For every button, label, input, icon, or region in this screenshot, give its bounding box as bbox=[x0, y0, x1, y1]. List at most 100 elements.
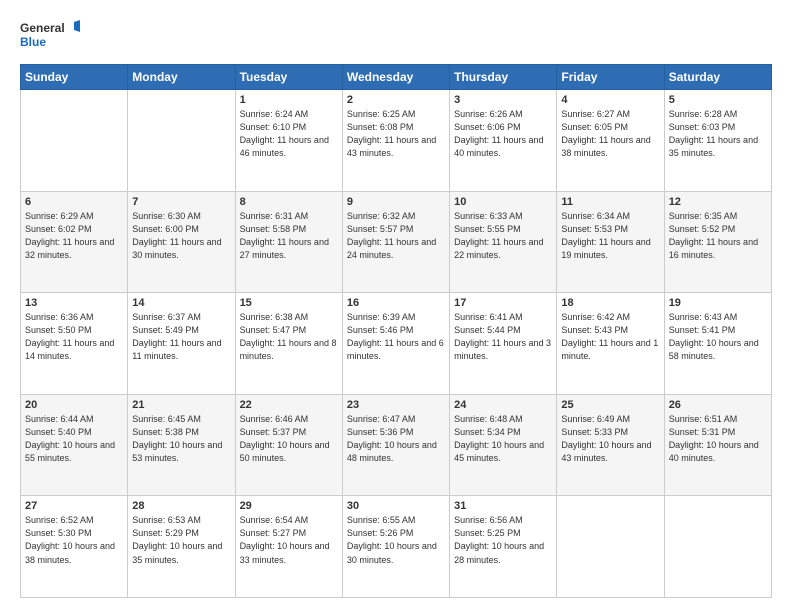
day-cell: 27Sunrise: 6:52 AMSunset: 5:30 PMDayligh… bbox=[21, 496, 128, 598]
day-number: 2 bbox=[347, 94, 445, 106]
day-info: Sunrise: 6:36 AMSunset: 5:50 PMDaylight:… bbox=[25, 311, 123, 363]
day-info: Sunrise: 6:41 AMSunset: 5:44 PMDaylight:… bbox=[454, 311, 552, 363]
day-info: Sunrise: 6:45 AMSunset: 5:38 PMDaylight:… bbox=[132, 413, 230, 465]
day-cell bbox=[557, 496, 664, 598]
weekday-tuesday: Tuesday bbox=[235, 65, 342, 90]
day-cell: 28 Sunrise: 6:53 AMSunset: 5:29 PMDayligh… bbox=[128, 496, 235, 598]
day-cell: 21 Sunrise: 6:45 AMSunset: 5:38 PMDayligh… bbox=[128, 394, 235, 496]
day-cell: 16Sunrise: 6:39 AMSunset: 5:46 PMDayligh… bbox=[342, 293, 449, 395]
week-row-1: 1 Sunrise: 6:24 AMSunset: 6:10 PMDaylight… bbox=[21, 90, 772, 192]
weekday-wednesday: Wednesday bbox=[342, 65, 449, 90]
day-cell bbox=[21, 90, 128, 192]
week-row-2: 6 Sunrise: 6:29 AMSunset: 6:02 PMDaylight… bbox=[21, 191, 772, 293]
day-info: Sunrise: 6:25 AMSunset: 6:08 PMDaylight:… bbox=[347, 108, 445, 160]
day-number: 12 bbox=[669, 196, 767, 208]
day-cell: 4Sunrise: 6:27 AMSunset: 6:05 PMDaylight… bbox=[557, 90, 664, 192]
day-cell: 11 Sunrise: 6:34 AMSunset: 5:53 PMDayligh… bbox=[557, 191, 664, 293]
day-cell: 8 Sunrise: 6:31 AMSunset: 5:58 PMDaylight… bbox=[235, 191, 342, 293]
day-number: 4 bbox=[561, 94, 659, 106]
day-cell bbox=[664, 496, 771, 598]
day-cell: 14 Sunrise: 6:37 AMSunset: 5:49 PMDayligh… bbox=[128, 293, 235, 395]
day-info: Sunrise: 6:56 AMSunset: 5:25 PMDaylight:… bbox=[454, 514, 552, 566]
day-info: Sunrise: 6:37 AMSunset: 5:49 PMDaylight:… bbox=[132, 311, 230, 363]
day-number: 22 bbox=[240, 399, 338, 411]
day-info: Sunrise: 6:29 AMSunset: 6:02 PMDaylight:… bbox=[25, 210, 123, 262]
day-number: 20 bbox=[25, 399, 123, 411]
day-number: 14 bbox=[132, 297, 230, 309]
calendar-table: SundayMondayTuesdayWednesdayThursdayFrid… bbox=[20, 64, 772, 598]
day-cell: 5 Sunrise: 6:28 AMSunset: 6:03 PMDaylight… bbox=[664, 90, 771, 192]
day-cell: 20 Sunrise: 6:44 AMSunset: 5:40 PMDayligh… bbox=[21, 394, 128, 496]
day-cell: 12Sunrise: 6:35 AMSunset: 5:52 PMDayligh… bbox=[664, 191, 771, 293]
day-cell: 1 Sunrise: 6:24 AMSunset: 6:10 PMDaylight… bbox=[235, 90, 342, 192]
day-number: 18 bbox=[561, 297, 659, 309]
day-number: 1 bbox=[240, 94, 338, 106]
day-number: 29 bbox=[240, 500, 338, 512]
day-number: 6 bbox=[25, 196, 123, 208]
day-number: 15 bbox=[240, 297, 338, 309]
day-number: 30 bbox=[347, 500, 445, 512]
day-number: 10 bbox=[454, 196, 552, 208]
day-info: Sunrise: 6:33 AMSunset: 5:55 PMDaylight:… bbox=[454, 210, 552, 262]
day-cell: 22Sunrise: 6:46 AMSunset: 5:37 PMDayligh… bbox=[235, 394, 342, 496]
day-number: 25 bbox=[561, 399, 659, 411]
weekday-thursday: Thursday bbox=[450, 65, 557, 90]
day-number: 17 bbox=[454, 297, 552, 309]
day-number: 27 bbox=[25, 500, 123, 512]
day-cell: 10 Sunrise: 6:33 AMSunset: 5:55 PMDayligh… bbox=[450, 191, 557, 293]
logo-svg: General Blue bbox=[20, 18, 80, 54]
day-number: 7 bbox=[132, 196, 230, 208]
day-number: 23 bbox=[347, 399, 445, 411]
day-number: 28 bbox=[132, 500, 230, 512]
day-cell: 13 Sunrise: 6:36 AMSunset: 5:50 PMDayligh… bbox=[21, 293, 128, 395]
day-number: 21 bbox=[132, 399, 230, 411]
day-cell: 24 Sunrise: 6:48 AMSunset: 5:34 PMDayligh… bbox=[450, 394, 557, 496]
day-info: Sunrise: 6:30 AMSunset: 6:00 PMDaylight:… bbox=[132, 210, 230, 262]
day-number: 31 bbox=[454, 500, 552, 512]
day-info: Sunrise: 6:38 AMSunset: 5:47 PMDaylight:… bbox=[240, 311, 338, 363]
day-info: Sunrise: 6:34 AMSunset: 5:53 PMDaylight:… bbox=[561, 210, 659, 262]
day-cell: 31 Sunrise: 6:56 AMSunset: 5:25 PMDayligh… bbox=[450, 496, 557, 598]
day-cell: 6 Sunrise: 6:29 AMSunset: 6:02 PMDaylight… bbox=[21, 191, 128, 293]
day-number: 8 bbox=[240, 196, 338, 208]
day-number: 13 bbox=[25, 297, 123, 309]
day-info: Sunrise: 6:48 AMSunset: 5:34 PMDaylight:… bbox=[454, 413, 552, 465]
day-cell: 3 Sunrise: 6:26 AMSunset: 6:06 PMDaylight… bbox=[450, 90, 557, 192]
day-cell: 9Sunrise: 6:32 AMSunset: 5:57 PMDaylight… bbox=[342, 191, 449, 293]
day-info: Sunrise: 6:51 AMSunset: 5:31 PMDaylight:… bbox=[669, 413, 767, 465]
day-info: Sunrise: 6:47 AMSunset: 5:36 PMDaylight:… bbox=[347, 413, 445, 465]
weekday-saturday: Saturday bbox=[664, 65, 771, 90]
day-info: Sunrise: 6:39 AMSunset: 5:46 PMDaylight:… bbox=[347, 311, 445, 363]
day-info: Sunrise: 6:43 AMSunset: 5:41 PMDaylight:… bbox=[669, 311, 767, 363]
day-cell: 18Sunrise: 6:42 AMSunset: 5:43 PMDayligh… bbox=[557, 293, 664, 395]
header: General Blue bbox=[20, 18, 772, 54]
day-number: 24 bbox=[454, 399, 552, 411]
day-number: 5 bbox=[669, 94, 767, 106]
day-cell: 26 Sunrise: 6:51 AMSunset: 5:31 PMDayligh… bbox=[664, 394, 771, 496]
day-info: Sunrise: 6:31 AMSunset: 5:58 PMDaylight:… bbox=[240, 210, 338, 262]
day-number: 11 bbox=[561, 196, 659, 208]
day-info: Sunrise: 6:24 AMSunset: 6:10 PMDaylight:… bbox=[240, 108, 338, 160]
logo: General Blue bbox=[20, 18, 80, 54]
day-number: 3 bbox=[454, 94, 552, 106]
svg-text:Blue: Blue bbox=[20, 35, 46, 49]
day-info: Sunrise: 6:54 AMSunset: 5:27 PMDaylight:… bbox=[240, 514, 338, 566]
day-cell: 2 Sunrise: 6:25 AMSunset: 6:08 PMDaylight… bbox=[342, 90, 449, 192]
day-cell: 17 Sunrise: 6:41 AMSunset: 5:44 PMDayligh… bbox=[450, 293, 557, 395]
week-row-3: 13 Sunrise: 6:36 AMSunset: 5:50 PMDayligh… bbox=[21, 293, 772, 395]
day-info: Sunrise: 6:53 AMSunset: 5:29 PMDaylight:… bbox=[132, 514, 230, 566]
week-row-4: 20 Sunrise: 6:44 AMSunset: 5:40 PMDayligh… bbox=[21, 394, 772, 496]
weekday-sunday: Sunday bbox=[21, 65, 128, 90]
day-cell: 7 Sunrise: 6:30 AMSunset: 6:00 PMDaylight… bbox=[128, 191, 235, 293]
day-cell: 25Sunrise: 6:49 AMSunset: 5:33 PMDayligh… bbox=[557, 394, 664, 496]
day-info: Sunrise: 6:28 AMSunset: 6:03 PMDaylight:… bbox=[669, 108, 767, 160]
page: General Blue SundayMondayTuesdayWednesda… bbox=[0, 0, 792, 612]
day-info: Sunrise: 6:44 AMSunset: 5:40 PMDaylight:… bbox=[25, 413, 123, 465]
day-number: 19 bbox=[669, 297, 767, 309]
weekday-friday: Friday bbox=[557, 65, 664, 90]
day-info: Sunrise: 6:26 AMSunset: 6:06 PMDaylight:… bbox=[454, 108, 552, 160]
day-number: 9 bbox=[347, 196, 445, 208]
day-number: 26 bbox=[669, 399, 767, 411]
day-cell bbox=[128, 90, 235, 192]
weekday-monday: Monday bbox=[128, 65, 235, 90]
